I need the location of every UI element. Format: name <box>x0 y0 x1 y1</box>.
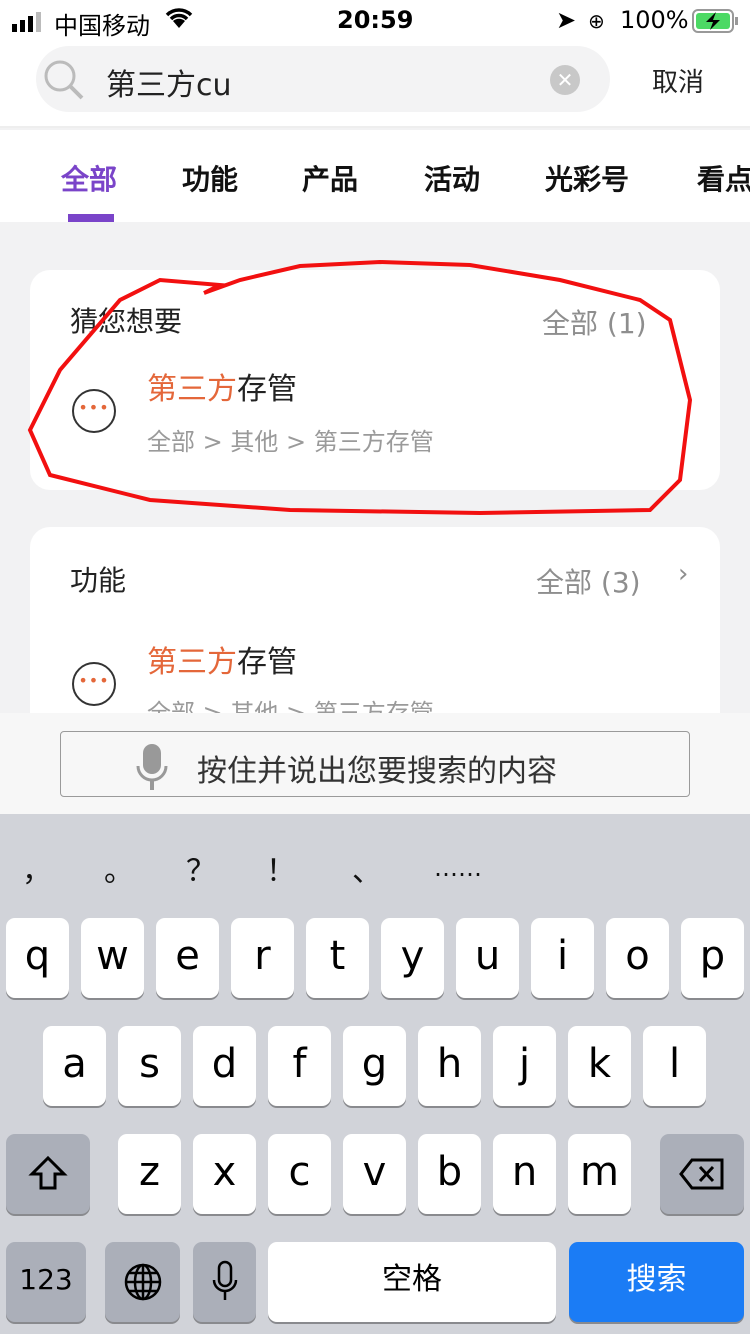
key-a[interactable]: a <box>43 1026 106 1106</box>
clock: 20:59 <box>337 6 414 34</box>
key-v[interactable]: v <box>343 1134 406 1214</box>
key-m[interactable]: m <box>568 1134 631 1214</box>
key-b[interactable]: b <box>418 1134 481 1214</box>
voice-input-label: 按住并说出您要搜索的内容 <box>197 754 557 789</box>
keyboard: ， 。 ？ ！ 、 …… qwertyuiopasdfghjklzxcvbnm … <box>0 814 750 1334</box>
key-e[interactable]: e <box>156 918 219 998</box>
orientation-lock-icon: ⊕ <box>588 9 605 33</box>
key-n[interactable]: n <box>493 1134 556 1214</box>
key-ellipsis[interactable]: …… <box>434 854 482 882</box>
shift-key[interactable] <box>6 1134 90 1214</box>
carrier: 中国移动 <box>54 12 150 40</box>
backspace-key[interactable] <box>660 1134 744 1214</box>
key-t[interactable]: t <box>306 918 369 998</box>
key-j[interactable]: j <box>493 1026 556 1106</box>
search-header: 第三方cu ✕ 取消 <box>0 42 750 128</box>
key-y[interactable]: y <box>381 918 444 998</box>
voice-bar: 按住并说出您要搜索的内容 <box>0 713 750 814</box>
search-icon <box>42 58 86 106</box>
key-dun[interactable]: 、 <box>352 846 382 890</box>
tab-highlights[interactable]: 看点 <box>697 158 750 198</box>
key-question[interactable]: ？ <box>186 846 216 890</box>
tab-products[interactable]: 产品 <box>302 158 358 198</box>
key-d[interactable]: d <box>193 1026 256 1106</box>
cancel-button[interactable]: 取消 <box>652 62 704 99</box>
key-u[interactable]: u <box>456 918 519 998</box>
key-comma[interactable]: ， <box>22 846 52 890</box>
clear-icon[interactable]: ✕ <box>550 65 580 95</box>
tab-guangcaihao[interactable]: 光彩号 <box>545 158 629 198</box>
signal-icon <box>12 10 48 38</box>
key-period[interactable]: 。 <box>104 846 134 890</box>
more-icon: ••• <box>72 662 116 706</box>
tab-features[interactable]: 功能 <box>182 158 238 198</box>
more-icon: ••• <box>72 389 116 433</box>
key-exclaim[interactable]: ！ <box>266 846 296 890</box>
section-title: 猜您想要 <box>70 305 183 338</box>
result-path: 全部 > 其他 > 第三方存管 <box>147 428 434 456</box>
globe-key[interactable] <box>105 1242 180 1322</box>
wifi-icon <box>164 4 194 36</box>
numbers-key[interactable]: 123 <box>6 1242 86 1322</box>
key-i[interactable]: i <box>531 918 594 998</box>
key-x[interactable]: x <box>193 1134 256 1214</box>
key-w[interactable]: w <box>81 918 144 998</box>
category-tabs: 全部 功能 产品 活动 光彩号 看点 <box>0 130 750 222</box>
battery-charging-icon <box>692 9 740 39</box>
active-tab-indicator <box>68 214 114 222</box>
key-k[interactable]: k <box>568 1026 631 1106</box>
key-r[interactable]: r <box>231 918 294 998</box>
section-title: 功能 <box>70 564 127 597</box>
tab-all[interactable]: 全部 <box>61 158 117 198</box>
section-guess: 猜您想要 全部 (1) ••• 第三方存管 全部 > 其他 > 第三方存管 <box>30 270 720 490</box>
tab-activities[interactable]: 活动 <box>424 158 480 198</box>
key-c[interactable]: c <box>268 1134 331 1214</box>
key-z[interactable]: z <box>118 1134 181 1214</box>
section-more-link[interactable]: 全部 (1) <box>542 302 647 342</box>
section-more-link[interactable]: 全部 (3) <box>536 561 641 601</box>
location-icon: ➤ <box>556 6 577 34</box>
key-s[interactable]: s <box>118 1026 181 1106</box>
dictation-key[interactable] <box>193 1242 256 1322</box>
microphone-icon <box>135 742 169 796</box>
search-key[interactable]: 搜索 <box>569 1242 744 1322</box>
result-title[interactable]: 第三方存管 <box>147 364 297 408</box>
key-o[interactable]: o <box>606 918 669 998</box>
key-l[interactable]: l <box>643 1026 706 1106</box>
key-f[interactable]: f <box>268 1026 331 1106</box>
search-query: 第三方cu <box>106 68 232 103</box>
search-input[interactable]: 第三方cu ✕ <box>36 46 610 112</box>
status-bar: 中国移动 20:59 ➤ ⊕ 100% <box>0 0 750 42</box>
key-q[interactable]: q <box>6 918 69 998</box>
space-key[interactable]: 空格 <box>268 1242 556 1322</box>
key-h[interactable]: h <box>418 1026 481 1106</box>
battery-percent: 100% <box>620 6 689 34</box>
chevron-right-icon: › <box>678 559 689 589</box>
result-title[interactable]: 第三方存管 <box>147 637 297 681</box>
key-p[interactable]: p <box>681 918 744 998</box>
key-g[interactable]: g <box>343 1026 406 1106</box>
voice-input-button[interactable]: 按住并说出您要搜索的内容 <box>60 731 690 797</box>
